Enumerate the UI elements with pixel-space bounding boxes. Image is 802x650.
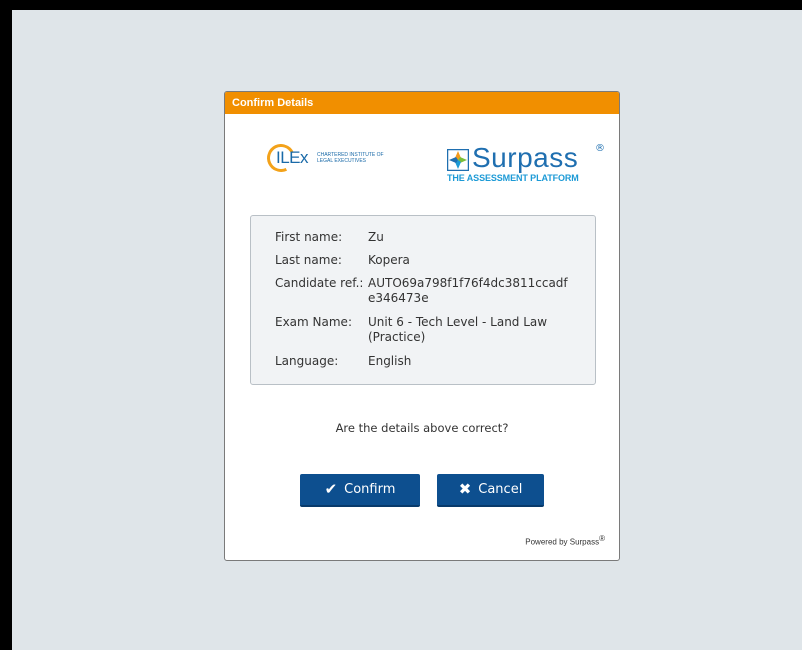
app-background: Confirm Details ILEx CHARTERED INSTITUTE…	[12, 10, 802, 650]
detail-label: Exam Name:	[275, 315, 352, 329]
cancel-button[interactable]: ✖ Cancel	[437, 474, 544, 507]
confirm-button-label: Confirm	[344, 482, 396, 497]
powered-by-registered-mark: ®	[599, 534, 605, 543]
confirm-details-dialog: Confirm Details ILEx CHARTERED INSTITUTE…	[224, 91, 620, 561]
detail-label: First name:	[275, 230, 343, 244]
ilex-logo-word: ILEx	[276, 148, 309, 167]
surpass-mark-icon	[447, 149, 469, 171]
check-icon: ✔	[324, 480, 338, 498]
surpass-logo-word: Surpass	[472, 142, 579, 173]
surpass-logo: Surpass ® THE ASSESSMENT PLATFORM	[446, 142, 606, 183]
ilex-logo-subtitle: CHARTERED INSTITUTE OF LEGAL EXECUTIVES	[317, 152, 384, 164]
surpass-tagline: THE ASSESSMENT PLATFORM	[447, 173, 579, 183]
detail-value: Zu	[368, 230, 384, 244]
confirm-button[interactable]: ✔ Confirm	[300, 474, 420, 507]
detail-label: Language:	[275, 354, 339, 368]
surpass-registered-mark: ®	[595, 143, 605, 154]
dialog-title: Confirm Details	[225, 92, 619, 114]
cancel-button-label: Cancel	[478, 482, 523, 497]
detail-label: Candidate ref.:	[275, 276, 364, 290]
powered-by-text: Powered by Surpass	[525, 537, 600, 547]
detail-value: AUTO69a798f1f76f4dc3811ccadfe346473e	[368, 276, 568, 305]
ilex-logo: ILEx CHARTERED INSTITUTE OF LEGAL EXECUT…	[263, 140, 397, 177]
confirmation-question: Are the details above correct?	[335, 421, 509, 435]
powered-by-footer: Powered by Surpass®	[525, 534, 605, 547]
candidate-details-panel: First name: Zu Last name: Kopera Candida…	[250, 215, 596, 385]
logos-area: ILEx CHARTERED INSTITUTE OF LEGAL EXECUT…	[225, 114, 619, 209]
detail-value: Unit 6 - Tech Level - Land Law (Practice…	[368, 315, 548, 344]
x-icon: ✖	[458, 480, 472, 498]
detail-label: Last name:	[275, 253, 342, 267]
detail-value: Kopera	[368, 253, 410, 267]
detail-value: English	[368, 354, 412, 368]
